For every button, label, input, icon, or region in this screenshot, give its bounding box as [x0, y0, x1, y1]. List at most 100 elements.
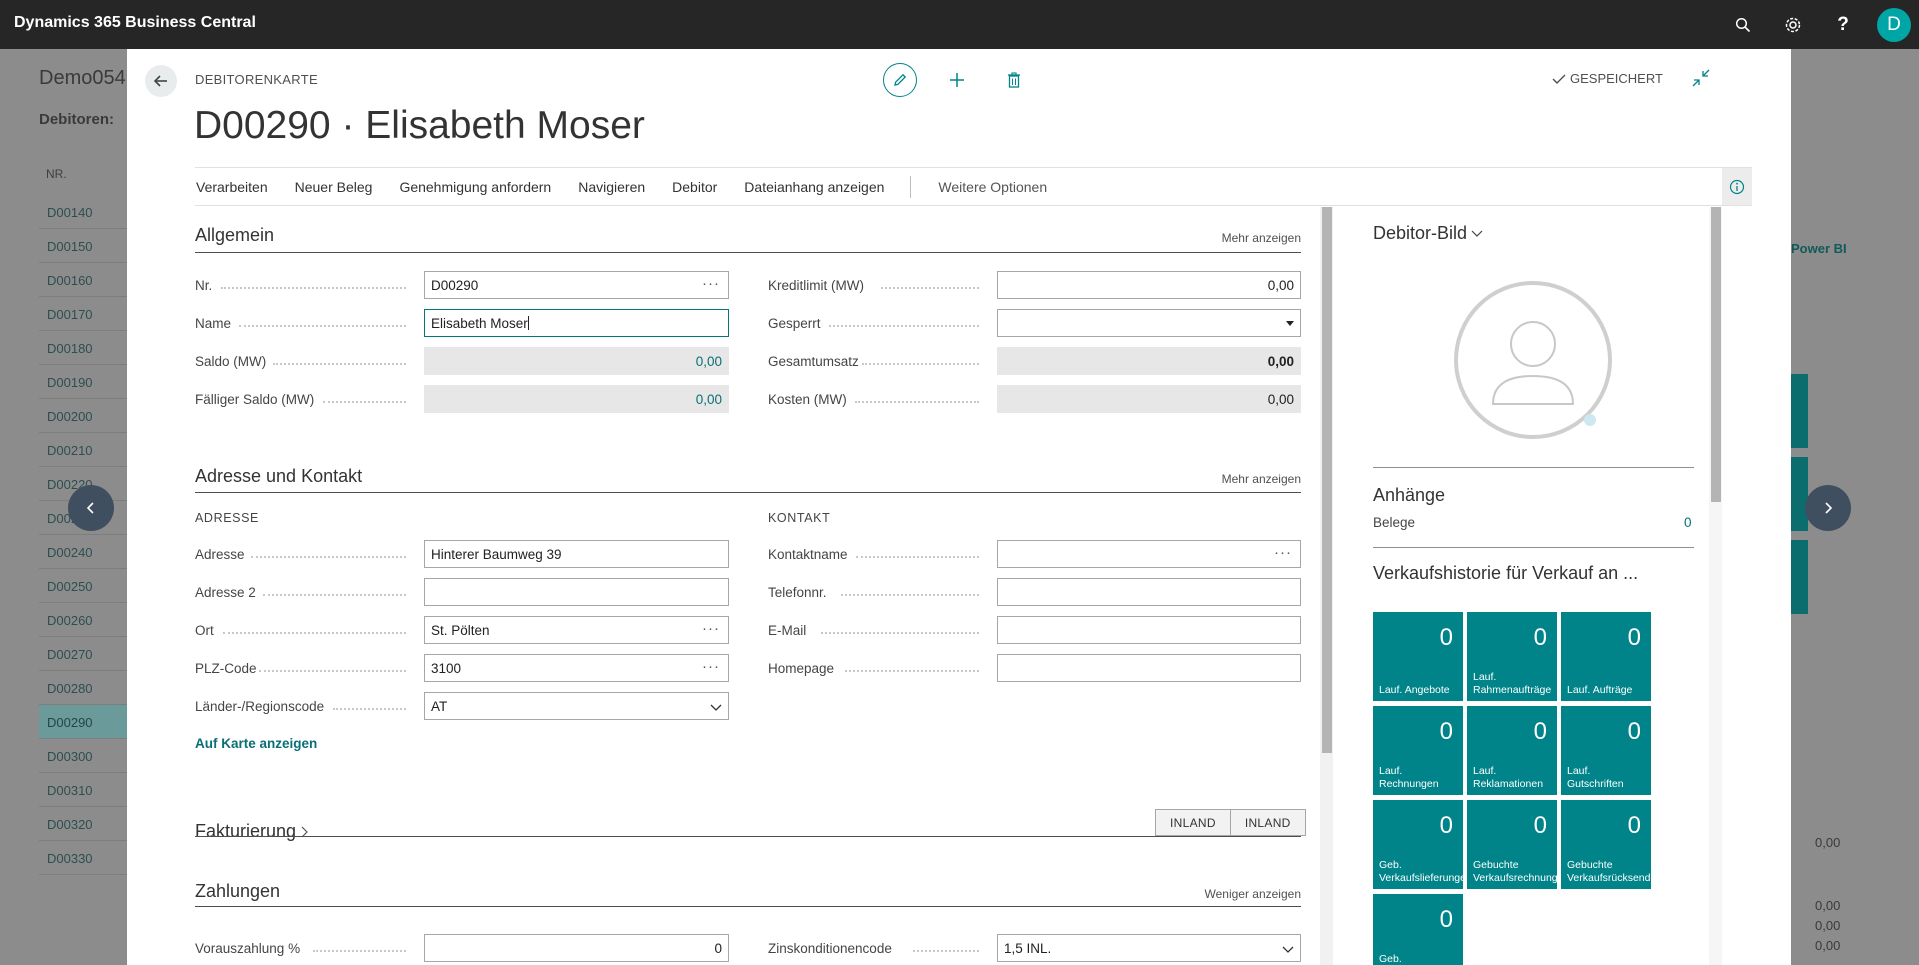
sales-history-tile[interactable]: 0 Gebuchte Verkaufsrücksendungen [1561, 800, 1680, 889]
ort-value: St. Pölten [431, 623, 490, 638]
back-button[interactable] [145, 65, 177, 97]
sales-history-tile[interactable]: 0 Lauf. Rahmenaufträge [1467, 612, 1557, 701]
leader-dots [259, 670, 406, 672]
customer-picture-placeholder[interactable] [1453, 280, 1613, 440]
sales-history-tile[interactable]: 0 Lauf. Angebote [1373, 612, 1463, 701]
bg-list-row[interactable]: D00290 [39, 705, 127, 739]
action-verarbeiten[interactable]: Verarbeiten [196, 179, 268, 195]
scrollbar-thumb[interactable] [1322, 207, 1332, 753]
section-zahlungen-title[interactable]: Zahlungen [195, 881, 280, 902]
sales-history-tile[interactable]: 0 Lauf. Reklamationen [1467, 706, 1557, 795]
bg-list-row[interactable]: D00320 [39, 807, 127, 841]
saldo-value[interactable]: 0,00 [424, 347, 729, 375]
nr-field[interactable]: D00290 ··· [424, 271, 729, 299]
lookup-ellipsis-icon[interactable]: ··· [702, 275, 720, 292]
action-dateianhang-anzeigen[interactable]: Dateianhang anzeigen [744, 179, 884, 195]
bg-list-row[interactable]: D00310 [39, 773, 127, 807]
section-allgemein-title[interactable]: Allgemein [195, 225, 274, 246]
name-field[interactable]: Elisabeth Moser [424, 309, 729, 337]
sales-history-tile[interactable]: 0 Lauf. Gutschriften [1561, 706, 1651, 795]
bg-list-row[interactable]: D00210 [39, 433, 127, 467]
bg-list-row[interactable]: D00250 [39, 569, 127, 603]
delete-icon[interactable] [1001, 67, 1027, 93]
gear-icon[interactable] [1780, 12, 1806, 38]
gesperrt-select[interactable] [997, 309, 1301, 337]
vorauszahlung-field[interactable]: 0 [424, 934, 729, 962]
land-select[interactable]: AT [424, 692, 729, 720]
section-fakturierung-title[interactable]: Fakturierung [195, 821, 308, 842]
bg-list-row[interactable]: D00330 [39, 841, 127, 875]
action-debitor[interactable]: Debitor [672, 179, 717, 195]
action-neuer-beleg[interactable]: Neuer Beleg [295, 179, 373, 195]
next-record-button[interactable] [1805, 485, 1851, 531]
gesamtumsatz-value[interactable]: 0,00 [997, 347, 1301, 375]
content-scrollbar[interactable] [1320, 207, 1333, 965]
adresse-mehr-anzeigen[interactable]: Mehr anzeigen [1200, 472, 1301, 486]
bg-list-row[interactable]: D00150 [39, 229, 127, 263]
factbox-history-title[interactable]: Verkaufshistorie für Verkauf an ... [1373, 563, 1638, 584]
sales-history-tile[interactable]: 0 Lauf. Rechnungen [1373, 706, 1463, 795]
zinskonditionen-select[interactable]: 1,5 INL. [997, 934, 1301, 962]
saldo-label: Saldo (MW) [195, 354, 267, 369]
sales-history-tile[interactable]: 0 Lauf. Aufträge [1561, 612, 1651, 701]
search-icon[interactable] [1730, 12, 1756, 38]
bg-value: 0,00 [1815, 938, 1841, 953]
belege-value[interactable]: 0 [1684, 515, 1692, 530]
action-weitere-optionen[interactable]: Weitere Optionen [938, 179, 1047, 195]
scrollbar-thumb[interactable] [1711, 207, 1721, 502]
leader-dots [333, 708, 406, 710]
plz-field[interactable]: 3100 ··· [424, 654, 729, 682]
kontaktname-field[interactable]: ··· [997, 540, 1301, 568]
ort-field[interactable]: St. Pölten ··· [424, 616, 729, 644]
bg-list-row[interactable]: D00190 [39, 365, 127, 399]
lookup-ellipsis-icon[interactable]: ··· [702, 620, 720, 637]
bg-list-row[interactable]: D00140 [39, 195, 127, 229]
info-icon[interactable] [1722, 168, 1752, 205]
previous-record-button[interactable] [68, 485, 114, 531]
add-icon[interactable] [944, 67, 970, 93]
allgemein-mehr-anzeigen[interactable]: Mehr anzeigen [1200, 231, 1301, 245]
bg-list-row[interactable]: D00160 [39, 263, 127, 297]
collapse-icon[interactable] [1691, 68, 1715, 92]
email-field[interactable] [997, 616, 1301, 644]
kosten-value[interactable]: 0,00 [997, 385, 1301, 413]
telefon-field[interactable] [997, 578, 1301, 606]
adresse-field[interactable]: Hinterer Baumweg 39 [424, 540, 729, 568]
kontakt-subheader: KONTAKT [768, 511, 831, 525]
avatar[interactable]: D [1877, 8, 1911, 42]
help-icon[interactable]: ? [1830, 12, 1856, 38]
bg-list-row[interactable]: D00270 [39, 637, 127, 671]
bg-list-row[interactable]: D00170 [39, 297, 127, 331]
bg-list-row[interactable]: D00180 [39, 331, 127, 365]
kreditlimit-field[interactable]: 0,00 [997, 271, 1301, 299]
edit-icon[interactable] [883, 63, 917, 97]
action-navigieren[interactable]: Navigieren [578, 179, 645, 195]
bg-list-row[interactable]: D00260 [39, 603, 127, 637]
leader-dots [881, 287, 979, 289]
page-title: D00290 · Elisabeth Moser [194, 104, 645, 147]
section-adresse-title[interactable]: Adresse und Kontakt [195, 466, 362, 487]
sales-history-tile[interactable]: 0 Geb. Verkaufsgutschriften [1373, 894, 1463, 965]
sales-history-tile[interactable]: 0 Geb. Verkaufslieferungen [1373, 800, 1472, 889]
faelliger-saldo-value[interactable]: 0,00 [424, 385, 729, 413]
factbox-picture-title[interactable]: Debitor-Bild [1373, 223, 1483, 244]
bg-list-row[interactable]: D00280 [39, 671, 127, 705]
sales-history-tile[interactable]: 0 Gebuchte Verkaufsrechnungen [1467, 800, 1569, 889]
factbox-attachments-title[interactable]: Anhänge [1373, 485, 1445, 506]
lookup-ellipsis-icon[interactable]: ··· [702, 658, 720, 675]
leader-dots [829, 325, 979, 327]
bg-list-row[interactable]: D00240 [39, 535, 127, 569]
tile-label: Lauf. Gutschriften [1567, 765, 1624, 790]
show-on-map-link[interactable]: Auf Karte anzeigen [195, 736, 317, 751]
action-genehmigung-anfordern[interactable]: Genehmigung anfordern [399, 179, 551, 195]
bg-list-row[interactable]: D00200 [39, 399, 127, 433]
factbox-scrollbar[interactable] [1709, 207, 1722, 965]
zahlungen-weniger-anzeigen[interactable]: Weniger anzeigen [1180, 887, 1301, 901]
bg-list-row[interactable]: D00300 [39, 739, 127, 773]
lookup-ellipsis-icon[interactable]: ··· [1274, 544, 1292, 561]
homepage-field[interactable] [997, 654, 1301, 682]
billing-badge: INLAND [1229, 810, 1305, 835]
tile-label: Lauf. Angebote [1379, 684, 1450, 696]
adresse2-field[interactable] [424, 578, 729, 606]
app-title[interactable]: Dynamics 365 Business Central [14, 14, 256, 32]
